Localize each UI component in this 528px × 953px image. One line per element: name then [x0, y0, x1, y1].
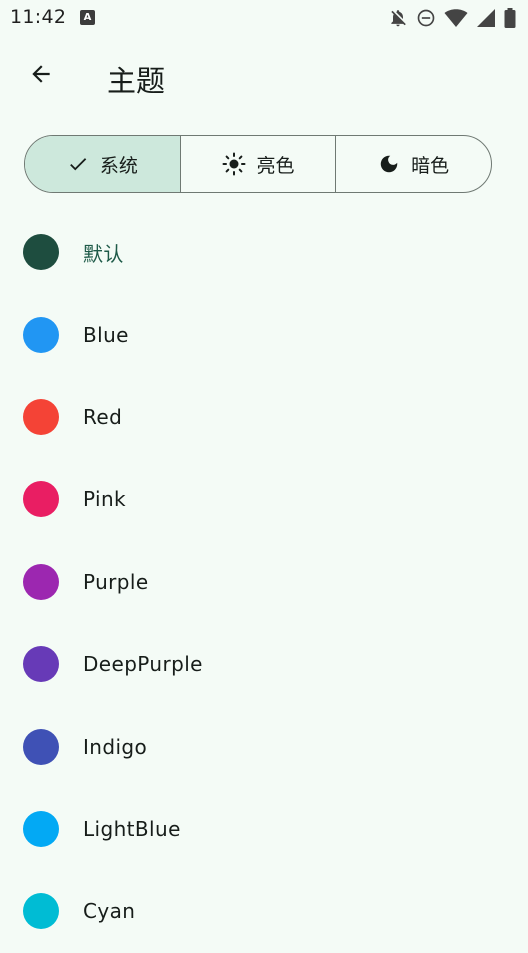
theme-item-lightblue[interactable]: LightBlue [0, 788, 528, 870]
back-button[interactable] [17, 54, 65, 98]
segment-label: 暗色 [411, 154, 450, 177]
color-swatch [23, 646, 59, 683]
theme-item-default[interactable]: 默认 [0, 211, 528, 293]
notifications-off-icon [388, 8, 408, 28]
theme-label: Pink [83, 487, 127, 512]
segment-label: 亮色 [256, 154, 295, 177]
arrow-back-icon [28, 61, 54, 91]
segment-system[interactable]: 系统 [25, 136, 180, 192]
theme-item-indigo[interactable]: Indigo [0, 705, 528, 787]
theme-item-deeppurple[interactable]: DeepPurple [0, 623, 528, 705]
theme-mode-selector: 系统 亮色 暗色 [24, 135, 492, 193]
theme-color-list: 默认 Blue Red Pink Purple DeepPurple Indig… [0, 211, 528, 953]
cellular-signal-icon [476, 8, 496, 28]
color-swatch [23, 893, 59, 930]
theme-item-pink[interactable]: Pink [0, 458, 528, 540]
app-notification-icon: A [80, 10, 95, 25]
status-icons [388, 6, 516, 30]
color-swatch [23, 810, 59, 847]
theme-item-blue[interactable]: Blue [0, 293, 528, 375]
theme-label: Cyan [83, 899, 136, 924]
status-bar: 11:42 A [0, 0, 528, 36]
color-swatch [23, 728, 59, 765]
theme-item-cyan[interactable]: Cyan [0, 870, 528, 952]
segment-light[interactable]: 亮色 [179, 136, 336, 192]
theme-label: 默认 [83, 241, 124, 266]
color-swatch [23, 398, 59, 435]
status-time: 11:42 [10, 6, 67, 28]
battery-icon [504, 8, 516, 28]
color-swatch [23, 234, 59, 271]
theme-item-purple[interactable]: Purple [0, 541, 528, 623]
moon-icon [378, 153, 400, 175]
check-icon [67, 153, 89, 175]
sun-icon [222, 152, 246, 176]
theme-label: Blue [83, 322, 129, 347]
page-title: 主题 [107, 64, 166, 98]
theme-label: LightBlue [83, 816, 181, 841]
segment-label: 系统 [99, 154, 138, 177]
theme-item-red[interactable]: Red [0, 376, 528, 458]
color-swatch [23, 481, 59, 518]
wifi-icon [444, 8, 468, 28]
theme-label: Purple [83, 569, 149, 594]
app-bar: 主题 [0, 44, 528, 108]
color-swatch [23, 316, 59, 353]
theme-label: Red [83, 404, 123, 429]
do-not-disturb-icon [416, 8, 436, 28]
segment-dark[interactable]: 暗色 [335, 136, 491, 192]
theme-label: DeepPurple [83, 652, 203, 677]
color-swatch [23, 563, 59, 600]
theme-label: Indigo [83, 734, 148, 759]
